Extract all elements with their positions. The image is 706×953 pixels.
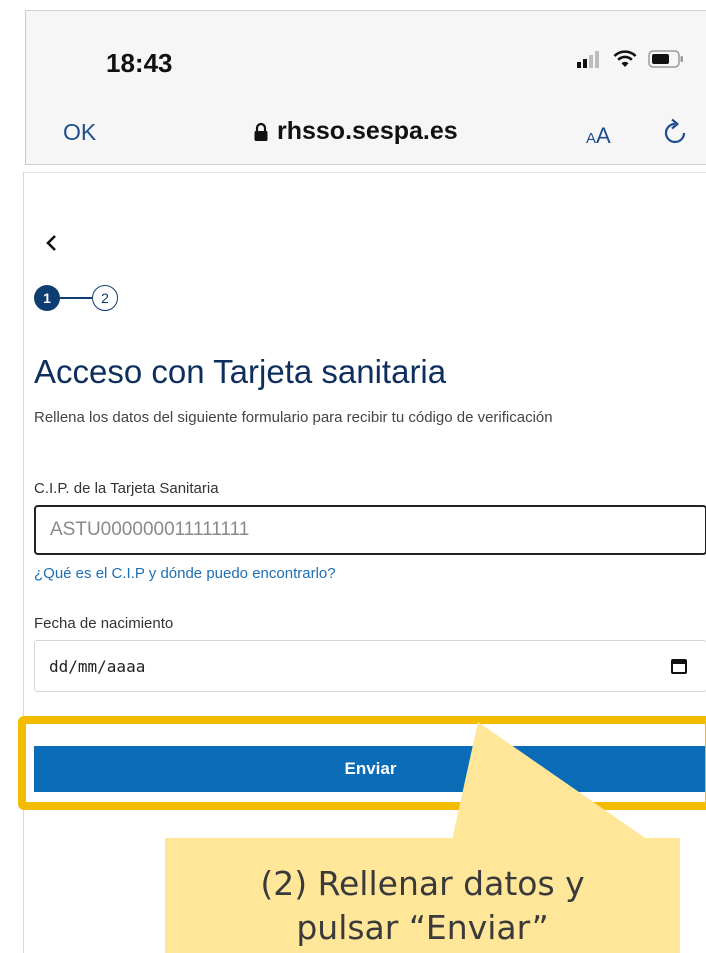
step-connector [60, 297, 92, 299]
browser-chrome: 18:43 OK rhsso.sespa.es AA [25, 10, 706, 165]
page-content: 1 2 Acceso con Tarjeta sanitaria Rellena… [18, 172, 706, 953]
callout-box: (2) Rellenar datos y pulsar “Enviar” [165, 838, 680, 953]
highlight-frame [18, 716, 706, 810]
domain-label: rhsso.sespa.es [277, 117, 458, 145]
cip-input[interactable] [34, 505, 706, 555]
stepper: 1 2 [34, 285, 118, 311]
wifi-icon [613, 50, 637, 67]
dob-label: Fecha de nacimiento [34, 615, 174, 632]
page-subtitle: Rellena los datos del siguiente formular… [34, 409, 553, 426]
reload-icon[interactable] [662, 117, 690, 147]
cip-help-link[interactable]: ¿Qué es el C.I.P y dónde puedo encontrar… [34, 565, 336, 582]
cip-label: C.I.P. de la Tarjeta Sanitaria [34, 480, 219, 497]
chevron-left-icon[interactable] [42, 233, 62, 253]
step-1: 1 [34, 285, 60, 311]
callout-line-2: pulsar “Enviar” [296, 908, 549, 947]
page-title: Acceso con Tarjeta sanitaria [34, 353, 447, 390]
signal-icon [577, 51, 599, 68]
dob-value: dd/mm/aaaa [49, 656, 146, 676]
calendar-icon[interactable] [670, 657, 688, 675]
step-2: 2 [92, 285, 118, 311]
battery-icon [648, 50, 683, 68]
address-bar[interactable]: rhsso.sespa.es [253, 117, 458, 146]
status-time: 18:43 [106, 48, 173, 78]
text-size-button[interactable]: AA [586, 123, 611, 149]
status-icons [576, 49, 684, 69]
callout-line-1: (2) Rellenar datos y [260, 864, 585, 903]
text-size-big-label: A [596, 123, 611, 148]
done-button[interactable]: OK [63, 119, 96, 146]
callout-text: (2) Rellenar datos y pulsar “Enviar” [165, 862, 680, 950]
text-size-small-label: A [586, 130, 597, 147]
dob-field[interactable]: dd/mm/aaaa [34, 640, 706, 692]
lock-icon [254, 122, 268, 141]
